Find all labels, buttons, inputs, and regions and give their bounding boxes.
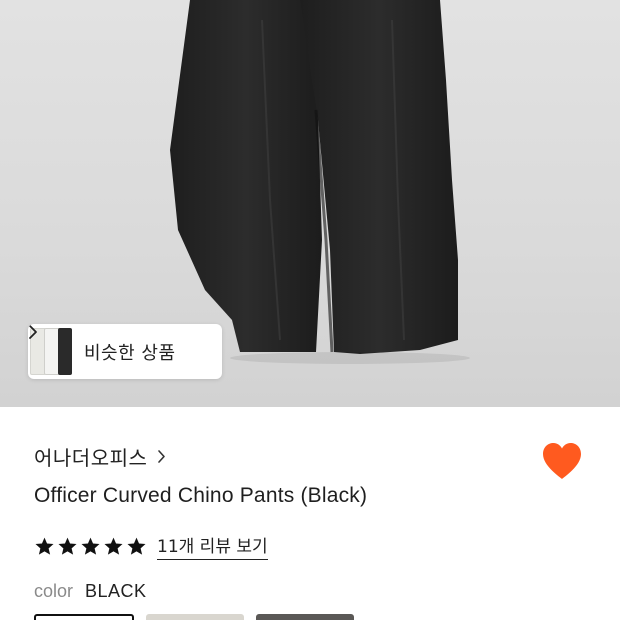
chevron-right-icon: [157, 449, 166, 464]
rating-row: 11개 리뷰 보기: [34, 531, 268, 561]
color-value: BLACK: [85, 581, 147, 601]
product-image[interactable]: 비슷한 상품: [0, 0, 620, 407]
thumbnail: [58, 328, 72, 375]
star-icon: [58, 537, 77, 555]
heart-icon[interactable]: [540, 441, 584, 481]
color-label: color: [34, 581, 74, 601]
star-icon: [81, 537, 100, 555]
similar-products-label: 비슷한 상품: [84, 342, 176, 364]
brand-link[interactable]: 어나더오피스: [34, 441, 166, 471]
brand-name: 어나더오피스: [34, 445, 148, 470]
color-swatch[interactable]: [256, 614, 354, 620]
color-row: color BLACK: [34, 581, 147, 602]
star-icon: [104, 537, 123, 555]
color-swatch[interactable]: [146, 614, 244, 620]
similar-products-button[interactable]: 비슷한 상품: [28, 324, 222, 379]
product-title: Officer Curved Chino Pants (Black): [34, 484, 368, 507]
star-icon: [127, 537, 146, 555]
reviews-link[interactable]: 11개 리뷰 보기: [157, 532, 268, 560]
star-rating: [34, 536, 147, 557]
star-icon: [35, 537, 54, 555]
color-swatch-selected[interactable]: [34, 614, 134, 620]
